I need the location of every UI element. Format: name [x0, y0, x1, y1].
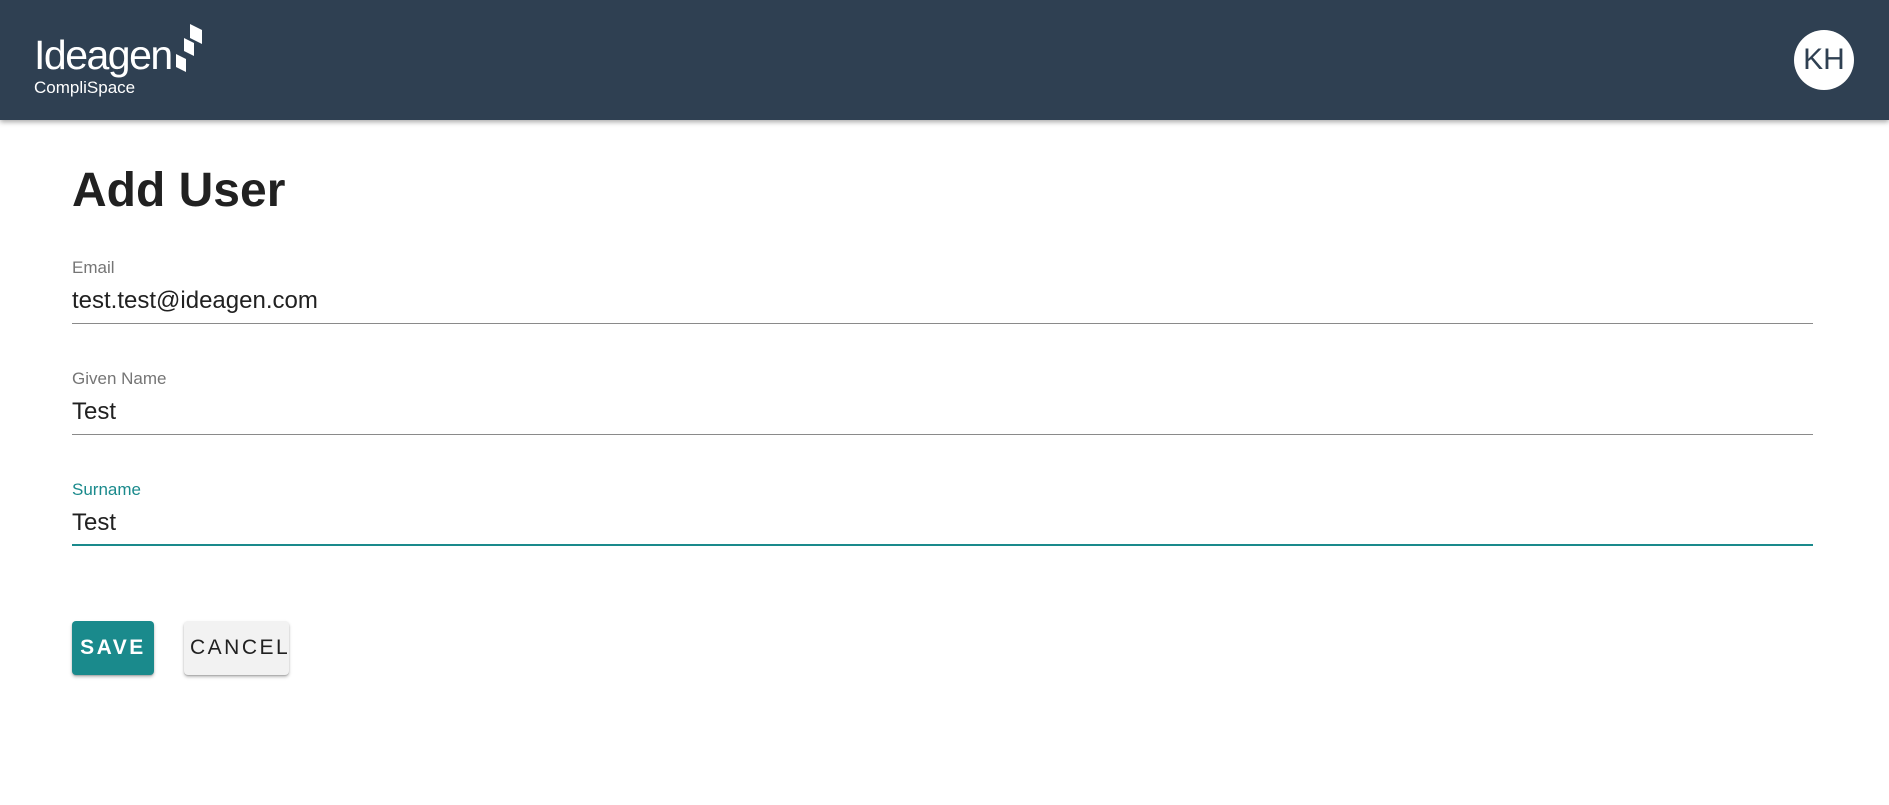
- app-header: Ideagen CompliSpace KH: [0, 0, 1889, 120]
- given-name-underline: [72, 434, 1813, 435]
- surname-input[interactable]: [72, 504, 1813, 542]
- given-name-input[interactable]: [72, 393, 1813, 431]
- email-label: Email: [72, 258, 115, 277]
- logo-mark-icon: [176, 24, 202, 72]
- email-underline: [72, 323, 1813, 324]
- email-field: Email: [72, 256, 1813, 324]
- page-title: Add User: [72, 164, 286, 217]
- given-name-label: Given Name: [72, 369, 167, 388]
- given-name-field: Given Name: [72, 367, 1813, 435]
- user-avatar[interactable]: KH: [1794, 30, 1854, 90]
- logo-brand-text: Ideagen: [34, 32, 173, 78]
- logo-product-text: CompliSpace: [34, 78, 136, 97]
- save-button[interactable]: SAVE: [72, 621, 154, 675]
- surname-label: Surname: [72, 480, 141, 499]
- cancel-button[interactable]: CANCEL: [184, 621, 289, 675]
- email-input[interactable]: [72, 282, 1813, 320]
- surname-field: Surname: [72, 478, 1813, 546]
- ideagen-complispace-logo[interactable]: Ideagen CompliSpace: [34, 22, 214, 102]
- surname-underline-focused: [72, 544, 1813, 546]
